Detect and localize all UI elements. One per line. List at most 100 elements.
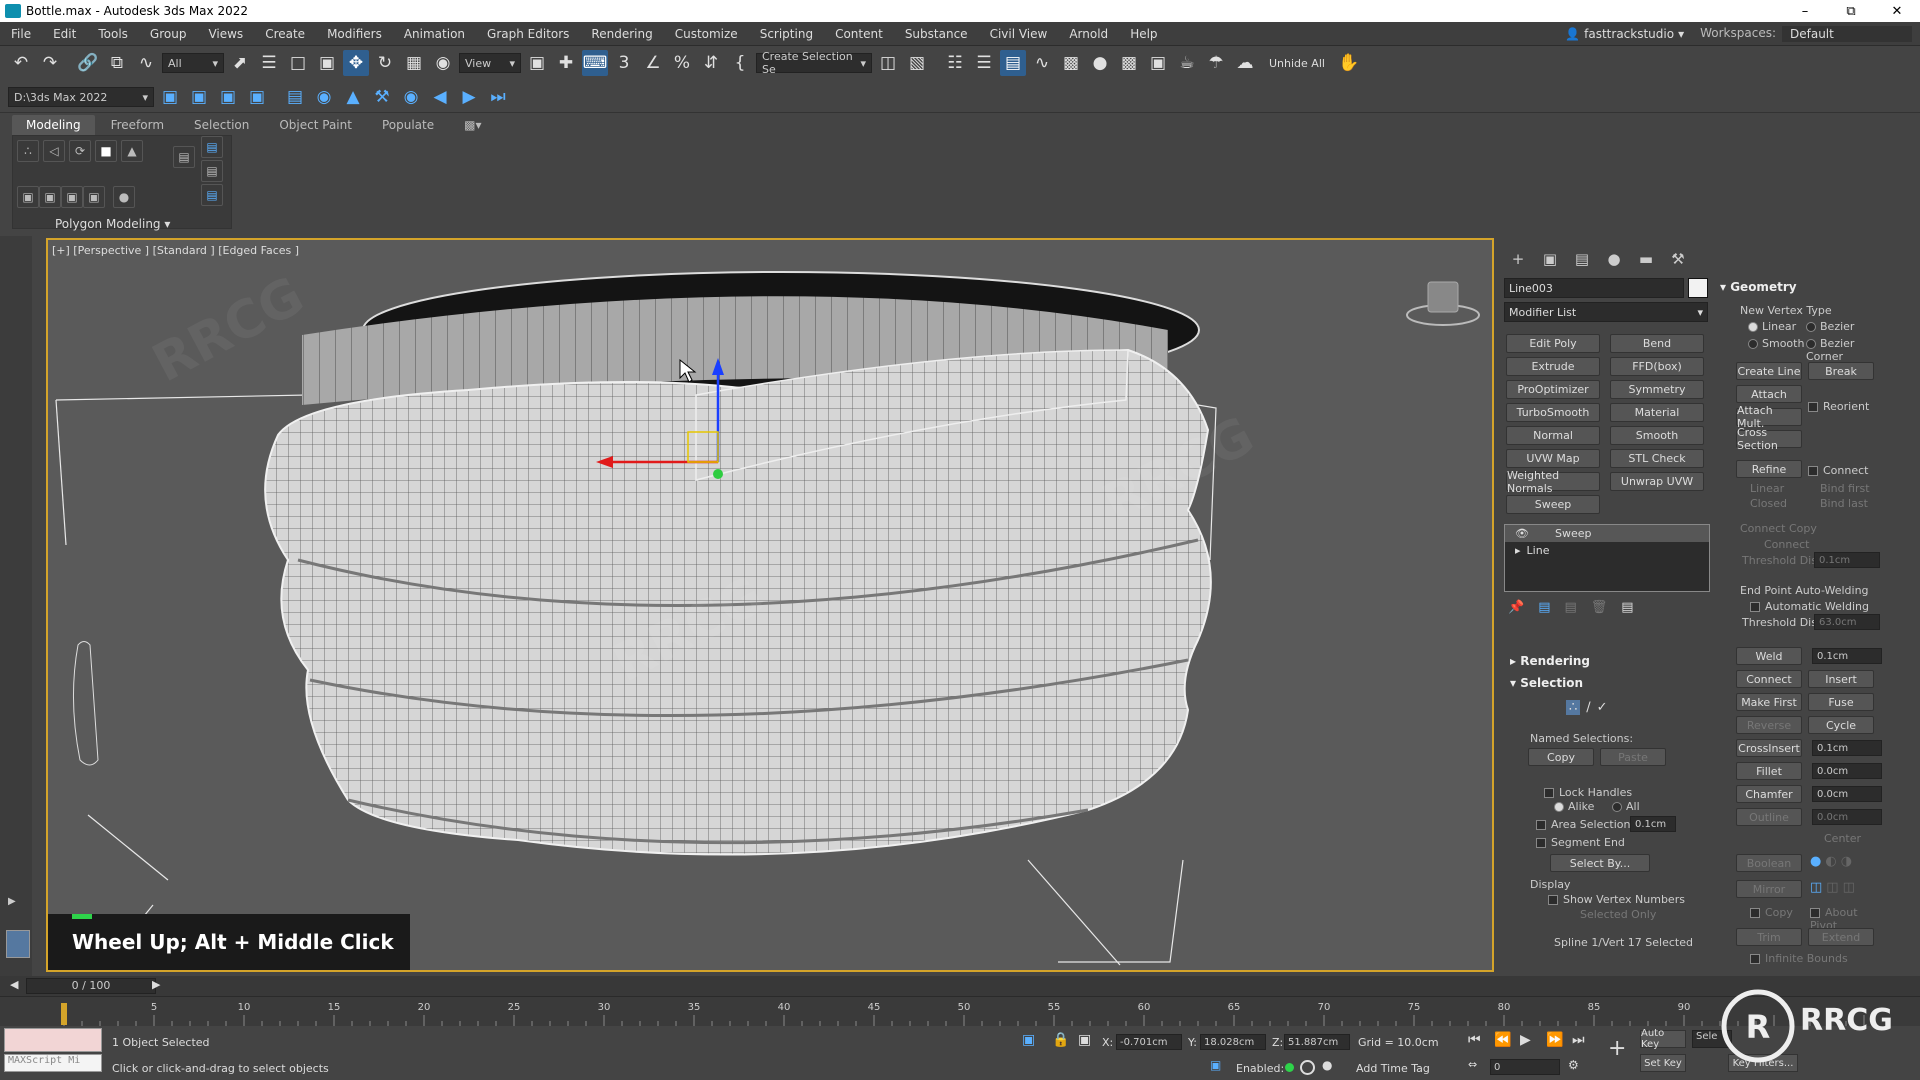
bind-first-checkbox[interactable]: Bind first bbox=[1820, 482, 1870, 495]
pin-stack-icon[interactable]: 📌 bbox=[1508, 600, 1524, 615]
play-back-icon[interactable]: ◀ bbox=[427, 84, 453, 110]
weld-button[interactable]: Weld bbox=[1736, 647, 1802, 665]
mirror-button[interactable]: Mirror bbox=[1736, 880, 1802, 898]
rendering-rollout[interactable]: ▸ Rendering bbox=[1510, 654, 1590, 668]
spline-level-icon[interactable]: ✓ bbox=[1597, 700, 1608, 715]
menu-substance[interactable]: Substance bbox=[894, 27, 979, 41]
mirror-both-icon[interactable]: ◫ bbox=[1843, 880, 1855, 895]
absolute-mode-icon[interactable]: ▣ bbox=[1078, 1032, 1091, 1048]
crossinsert-button[interactable]: CrossInsert bbox=[1736, 739, 1802, 757]
segment-end-checkbox[interactable]: Segment End bbox=[1536, 836, 1625, 849]
connect-button[interactable]: Connect bbox=[1736, 670, 1802, 688]
menu-create[interactable]: Create bbox=[254, 27, 316, 41]
refine-closed-checkbox[interactable]: Closed bbox=[1750, 497, 1787, 510]
modify-mode-icon-1[interactable]: ▣ bbox=[17, 186, 39, 208]
chamfer-spinner[interactable]: 0.0cm bbox=[1812, 786, 1882, 802]
attach-button[interactable]: Attach bbox=[1736, 385, 1802, 403]
selection-filter-dropdown[interactable]: All ▾ bbox=[162, 53, 224, 73]
menu-animation[interactable]: Animation bbox=[393, 27, 476, 41]
smooth-radio[interactable]: Smooth bbox=[1748, 337, 1804, 350]
select-by-name-icon[interactable]: ☰ bbox=[256, 50, 282, 76]
material-button[interactable]: Material bbox=[1610, 403, 1704, 422]
create-selection-set-dropdown[interactable]: Create Selection Se ▾ bbox=[756, 50, 872, 76]
remove-modifier-icon[interactable]: 🗑 bbox=[1591, 600, 1608, 615]
schematic-view-icon[interactable]: ▩ bbox=[1058, 50, 1084, 76]
boolean-button[interactable]: Boolean bbox=[1736, 854, 1802, 872]
tab-freeform[interactable]: Freeform bbox=[97, 115, 178, 135]
scene-explorer-icon[interactable]: ☷ bbox=[942, 50, 968, 76]
modify-mode-icon-4[interactable]: ▣ bbox=[83, 186, 105, 208]
render-setup-icon[interactable]: ▩ bbox=[1116, 50, 1142, 76]
wrench-icon[interactable]: ⚒ bbox=[369, 84, 395, 110]
reorient-checkbox[interactable]: Reorient bbox=[1808, 400, 1869, 413]
edit-poly-button[interactable]: Edit Poly bbox=[1506, 334, 1600, 353]
project-icon-2[interactable]: ▣ bbox=[186, 84, 212, 110]
selection-lock-icon[interactable]: 🔒 bbox=[1052, 1032, 1069, 1048]
time-slider[interactable]: ◀ 0 / 100 ▶ bbox=[0, 976, 1920, 996]
y-axis-handle[interactable] bbox=[713, 469, 723, 479]
hierarchy-tab-icon[interactable]: ▤ bbox=[1572, 250, 1592, 268]
bottle-mesh[interactable] bbox=[264, 271, 1212, 856]
outline-spinner[interactable]: 0.0cm bbox=[1812, 809, 1882, 825]
edge-icon[interactable]: ◁ bbox=[43, 140, 65, 162]
display-tab-icon[interactable]: ▬ bbox=[1636, 250, 1656, 268]
material-editor-icon[interactable]: ● bbox=[1087, 50, 1113, 76]
menu-civil-view[interactable]: Civil View bbox=[979, 27, 1059, 41]
select-manipulate-icon[interactable]: ✚ bbox=[553, 50, 579, 76]
reference-coordinate-dropdown[interactable]: View ▾ bbox=[459, 53, 521, 73]
area-selection-checkbox[interactable]: Area Selection bbox=[1536, 818, 1631, 831]
utilities-tab-icon[interactable]: ⚒ bbox=[1668, 250, 1688, 268]
menu-graph-editors[interactable]: Graph Editors bbox=[476, 27, 580, 41]
symmetry-button[interactable]: Symmetry bbox=[1610, 380, 1704, 399]
set-key-button[interactable]: Set Key bbox=[1640, 1054, 1686, 1072]
selection-rollout[interactable]: ▾ Selection bbox=[1510, 676, 1583, 690]
key-mode-icon[interactable]: ⇔ bbox=[1468, 1058, 1477, 1071]
unwrap-uvw-button[interactable]: Unwrap UVW bbox=[1610, 472, 1704, 491]
border-icon[interactable]: ⟳ bbox=[69, 140, 91, 162]
align-icon[interactable]: ▧ bbox=[904, 50, 930, 76]
redo-icon[interactable]: ↷ bbox=[37, 50, 63, 76]
current-frame-field[interactable]: 0 bbox=[1490, 1059, 1560, 1075]
hand-icon[interactable]: ✋ bbox=[1336, 50, 1362, 76]
menu-scripting[interactable]: Scripting bbox=[749, 27, 824, 41]
automatic-welding-checkbox[interactable]: Automatic Welding bbox=[1750, 600, 1869, 613]
cross-section-button[interactable]: Cross Section bbox=[1736, 426, 1802, 452]
union-icon[interactable]: ● bbox=[1810, 854, 1821, 869]
break-button[interactable]: Break bbox=[1808, 362, 1874, 380]
bind-spacewarp-icon[interactable]: ∿ bbox=[133, 50, 159, 76]
chamfer-button[interactable]: Chamfer bbox=[1736, 785, 1802, 803]
maxscript-mini-listener[interactable]: MAXScript Mi bbox=[4, 1054, 102, 1072]
ffd-box-button[interactable]: FFD(box) bbox=[1610, 357, 1704, 376]
normal-button[interactable]: Normal bbox=[1506, 426, 1600, 445]
brush-icon-1[interactable]: ◉ bbox=[311, 84, 337, 110]
make-first-button[interactable]: Make First bbox=[1736, 693, 1802, 711]
stack-item-sweep[interactable]: 👁 Sweep bbox=[1505, 525, 1709, 542]
workspace-selector[interactable]: Workspaces: Default bbox=[1692, 25, 1920, 42]
go-to-start-icon[interactable]: ⏮ bbox=[1468, 1032, 1481, 1048]
object-color-swatch[interactable] bbox=[1688, 278, 1708, 298]
toggle-ribbon-icon[interactable]: ▤ bbox=[1000, 50, 1026, 76]
ribbon-options-icon[interactable]: ▩▾ bbox=[450, 115, 495, 135]
modify-mode-icon-3[interactable]: ▣ bbox=[61, 186, 83, 208]
element-icon[interactable]: ▲ bbox=[121, 140, 143, 162]
cycle-button[interactable]: Cycle bbox=[1808, 716, 1874, 734]
create-line-button[interactable]: Create Line bbox=[1736, 362, 1802, 380]
show-end-result-icon[interactable]: ▤ bbox=[1538, 600, 1550, 615]
time-slider-thumb[interactable]: 0 / 100 bbox=[26, 978, 156, 994]
menu-edit[interactable]: Edit bbox=[42, 27, 87, 41]
modify-mode-icon-5[interactable]: ● bbox=[113, 186, 135, 208]
menu-customize[interactable]: Customize bbox=[664, 27, 749, 41]
object-name-field[interactable]: Line003 bbox=[1504, 278, 1684, 298]
project-icon-4[interactable]: ▣ bbox=[244, 84, 270, 110]
all-radio[interactable]: All bbox=[1612, 800, 1640, 813]
scale-icon[interactable]: ▦ bbox=[401, 50, 427, 76]
alike-radio[interactable]: Alike bbox=[1554, 800, 1594, 813]
unhide-all-button[interactable]: Unhide All bbox=[1261, 57, 1333, 70]
menu-content[interactable]: Content bbox=[824, 27, 894, 41]
vertex-level-icon[interactable]: ∴ bbox=[1566, 700, 1581, 715]
project-icon-3[interactable]: ▣ bbox=[215, 84, 241, 110]
play-icon[interactable]: ▶ bbox=[1520, 1032, 1531, 1048]
stl-check-button[interactable]: STL Check bbox=[1610, 449, 1704, 468]
paste-selection-button[interactable]: Paste bbox=[1600, 748, 1666, 766]
select-object-icon[interactable]: ⬈ bbox=[227, 50, 253, 76]
